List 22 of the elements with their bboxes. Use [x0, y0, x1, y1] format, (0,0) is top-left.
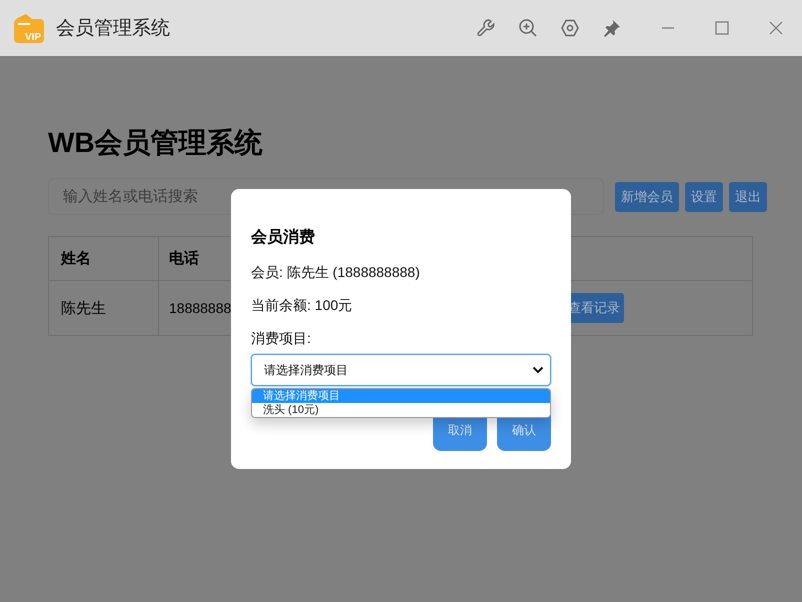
toolbar-button[interactable]: 新增会员: [615, 182, 679, 212]
wrench-icon[interactable]: [476, 18, 496, 38]
field-label: 消费项目:: [251, 329, 312, 348]
toolbar-button[interactable]: 退出: [729, 182, 767, 212]
dialog-title: 会员消费: [251, 228, 316, 248]
zoom-in-icon[interactable]: [518, 18, 538, 38]
pin-icon[interactable]: [602, 18, 622, 38]
info-text: 会员: 陈先生 (1888888888): [251, 263, 421, 282]
dropdown-option[interactable]: 请选择消费项目: [252, 389, 550, 403]
maximize-icon[interactable]: [714, 20, 730, 36]
table-cell: 18888888: [169, 300, 232, 316]
info-text: 当前余额: 100元: [251, 296, 354, 315]
page-heading: WB会员管理系统: [48, 126, 264, 160]
table-cell: 陈先生: [61, 298, 106, 318]
column-header: 电话: [169, 249, 199, 268]
select-field[interactable]: 请选择消费项目: [251, 354, 551, 386]
chevron-down-icon: [532, 366, 544, 374]
close-icon[interactable]: [768, 20, 784, 36]
toolbar-button[interactable]: 设置: [685, 182, 723, 212]
window-title: 会员管理系统: [56, 17, 170, 41]
settings-icon[interactable]: [560, 18, 580, 38]
column-header: 姓名: [61, 249, 91, 268]
